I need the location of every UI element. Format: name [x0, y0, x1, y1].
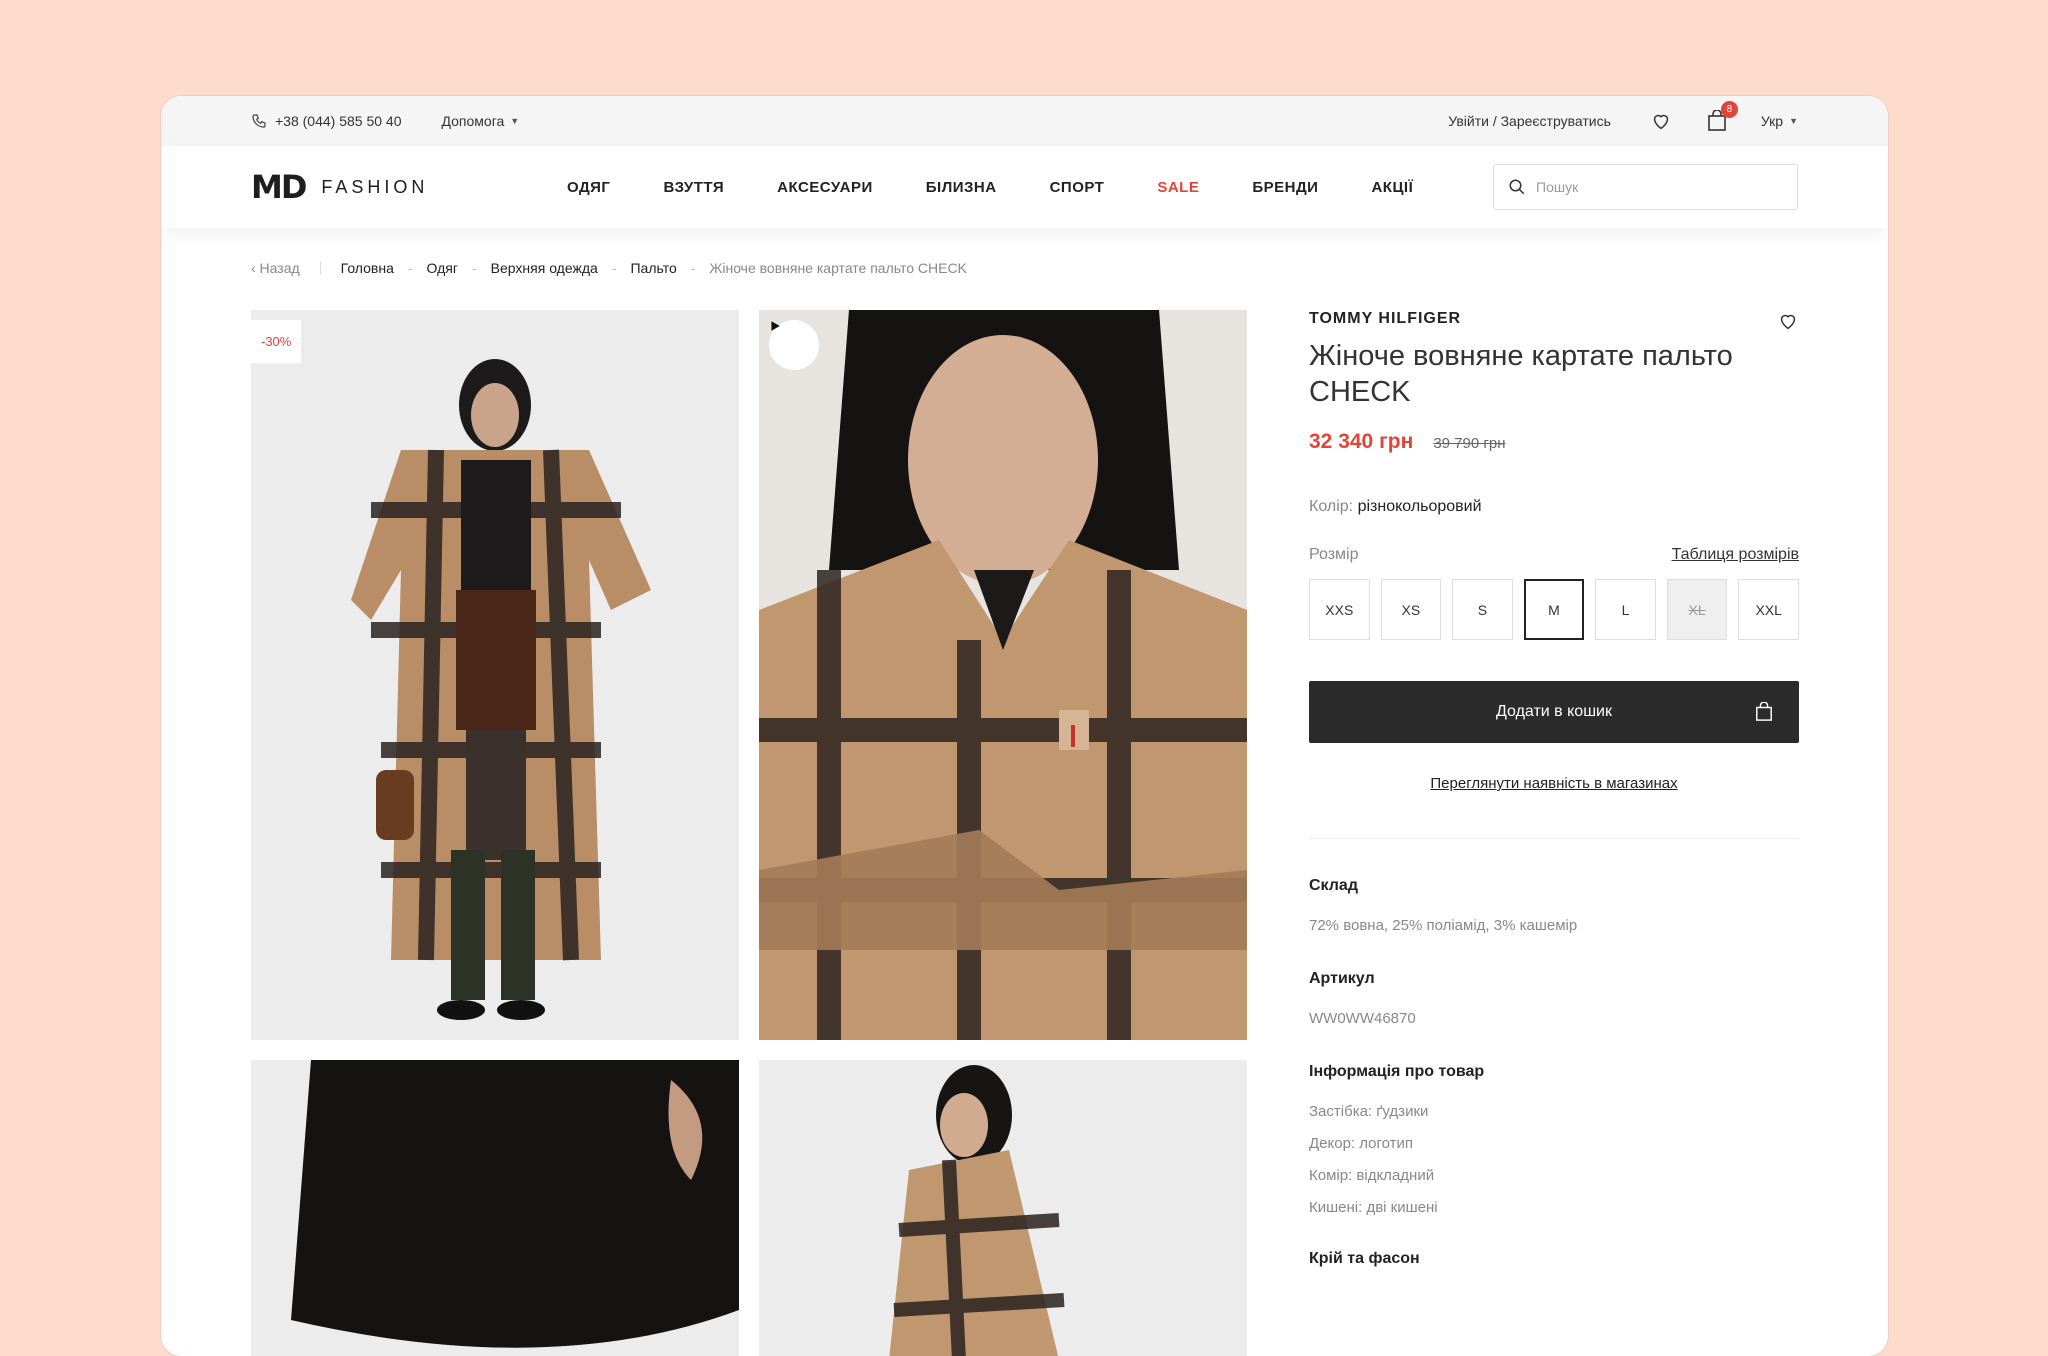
help-dropdown[interactable]: Допомога ▼ — [442, 113, 520, 129]
shopping-bag-icon — [1756, 702, 1772, 721]
nav-item-shoes[interactable]: ВЗУТТЯ — [663, 179, 724, 196]
breadcrumb-separator: - — [690, 260, 696, 276]
size-option-xl: XL — [1666, 579, 1728, 640]
product-info: TOMMY HILFIGER Жіноче вовняне картате па… — [1309, 310, 1799, 1268]
play-video-button[interactable] — [769, 320, 819, 370]
utility-bar: +38 (044) 585 50 40 Допомога ▼ Увійти / … — [161, 96, 1888, 146]
size-selector: XXS XS S M L XL XXL — [1309, 579, 1799, 640]
detail-fastener: Застібка: ґудзики — [1309, 1103, 1429, 1120]
size-label: Розмір — [1309, 546, 1359, 563]
site-logo[interactable]: MD FASHION — [251, 171, 567, 203]
chevron-down-icon: ▼ — [510, 116, 520, 126]
size-option-xxs[interactable]: XXS — [1309, 579, 1370, 640]
heart-icon — [1780, 314, 1796, 330]
cart-count-badge: 8 — [1720, 101, 1738, 118]
breadcrumb-item-outerwear[interactable]: Верхняя одежда — [491, 260, 598, 276]
main-nav: ОДЯГ ВЗУТТЯ АКСЕСУАРИ БІЛИЗНА СПОРТ SALE… — [567, 179, 1413, 196]
search-box — [1493, 164, 1798, 210]
add-to-wishlist-button[interactable] — [1777, 310, 1799, 337]
size-option-xxl[interactable]: XXL — [1738, 579, 1799, 640]
detail-collar: Комір: відкладний — [1309, 1167, 1435, 1184]
wishlist-button[interactable] — [1649, 109, 1673, 133]
store-availability-link[interactable]: Переглянути наявність в магазинах — [1430, 775, 1677, 792]
fit-title: Крій та фасон — [1309, 1250, 1420, 1267]
breadcrumb-divider — [319, 261, 321, 275]
breadcrumb-separator: - — [611, 260, 617, 276]
logo-md: MD — [251, 168, 307, 206]
nav-item-accessories[interactable]: АКСЕСУАРИ — [777, 179, 873, 196]
nav-item-brands[interactable]: БРЕНДИ — [1252, 179, 1318, 196]
size-option-xs[interactable]: XS — [1380, 579, 1442, 640]
store-availability: Переглянути наявність в магазинах — [1309, 775, 1799, 792]
phone-icon — [252, 114, 266, 128]
add-to-cart-label: Додати в кошик — [1496, 703, 1612, 720]
language-label: Укр — [1760, 113, 1784, 129]
breadcrumb-separator: - — [472, 260, 477, 276]
phone-number: +38 (044) 585 50 40 — [275, 113, 402, 129]
breadcrumb-item-clothing[interactable]: Одяг — [427, 260, 458, 276]
breadcrumb: ‹ Назад Головна - Одяг - Верхняя одежда … — [251, 260, 967, 276]
color-row: Колір: різнокольоровий — [1309, 498, 1799, 516]
heart-icon — [1653, 114, 1669, 130]
details-title: Інформація про товар — [1309, 1063, 1485, 1080]
breadcrumb-item-home[interactable]: Головна — [341, 260, 394, 276]
size-option-s[interactable]: S — [1452, 579, 1513, 640]
nav-item-sale[interactable]: SALE — [1157, 179, 1199, 196]
browser-window: +38 (044) 585 50 40 Допомога ▼ Увійти / … — [161, 96, 1888, 1356]
color-label: Колір: — [1309, 498, 1354, 515]
breadcrumb-current: Жіноче вовняне картате пальто CHECK — [709, 260, 967, 276]
nav-item-promotions[interactable]: АКЦІЇ — [1371, 179, 1413, 196]
old-price: 39 790 грн — [1433, 435, 1506, 452]
cart-button[interactable]: 8 — [1705, 101, 1738, 133]
product-brand[interactable]: TOMMY HILFIGER — [1309, 310, 1799, 328]
composition-title: Склад — [1309, 877, 1358, 894]
play-icon — [771, 321, 780, 331]
add-to-cart-button[interactable]: Додати в кошик — [1309, 681, 1799, 743]
current-price: 32 340 грн — [1309, 430, 1414, 453]
detail-decor: Декор: логотип — [1309, 1135, 1414, 1152]
site-header: MD FASHION ОДЯГ ВЗУТТЯ АКСЕСУАРИ БІЛИЗНА… — [161, 146, 1888, 228]
back-link[interactable]: ‹ Назад — [251, 260, 300, 276]
size-option-m[interactable]: M — [1523, 579, 1585, 640]
product-photo-full-length[interactable]: -30% — [251, 310, 739, 1040]
sku-value: WW0WW46870 — [1309, 1010, 1416, 1027]
nav-item-underwear[interactable]: БІЛИЗНА — [926, 179, 997, 196]
search-icon[interactable] — [1508, 178, 1526, 196]
size-option-l[interactable]: L — [1595, 579, 1656, 640]
sku-title: Артикул — [1309, 970, 1375, 987]
product-title: Жіноче вовняне картате пальто CHECK — [1309, 340, 1733, 408]
help-label: Допомога — [441, 113, 505, 129]
discount-badge: -30% — [251, 320, 302, 363]
language-selector[interactable]: Укр ▼ — [1761, 113, 1798, 129]
chevron-down-icon: ▼ — [1789, 116, 1798, 126]
product-photo-back-detail[interactable] — [251, 1060, 739, 1356]
size-chart-link[interactable]: Таблиця розмірів — [1672, 546, 1799, 564]
product-photo-closeup[interactable] — [759, 310, 1247, 1040]
color-value: різнокольоровий — [1357, 498, 1482, 515]
section-divider — [1309, 838, 1799, 839]
nav-item-clothing[interactable]: ОДЯГ — [567, 179, 610, 196]
breadcrumb-separator: - — [407, 260, 413, 276]
phone-link[interactable]: +38 (044) 585 50 40 — [251, 113, 402, 129]
breadcrumb-item-coats[interactable]: Пальто — [630, 260, 676, 276]
search-input[interactable] — [1536, 179, 1776, 195]
detail-pockets: Кишені: дві кишені — [1309, 1199, 1438, 1216]
size-header: Розмір Таблиця розмірів — [1309, 546, 1799, 564]
nav-item-sport[interactable]: СПОРТ — [1050, 179, 1105, 196]
composition-value: 72% вовна, 25% поліамід, 3% кашемір — [1309, 917, 1578, 934]
login-link[interactable]: Увійти / Зареєструватись — [1448, 113, 1611, 129]
price-block: 32 340 грн 39 790 грн — [1309, 430, 1799, 454]
logo-fashion: FASHION — [321, 176, 429, 197]
product-photo-side[interactable] — [759, 1060, 1247, 1356]
